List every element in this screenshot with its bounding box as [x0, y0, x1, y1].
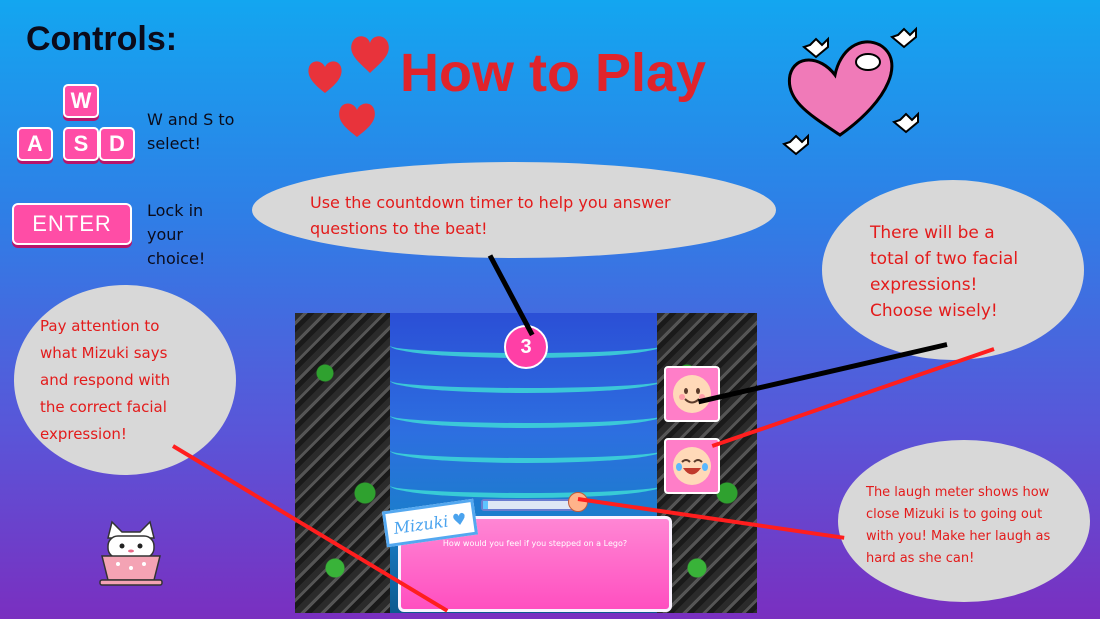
enter-line: choice! [147, 249, 206, 268]
wasd-instructions: W and S to select! [147, 108, 234, 156]
tip-line: hard as she can! [866, 551, 975, 566]
meter-tip-text: The laugh meter shows how close Mizuki i… [866, 482, 1050, 570]
tip-line: total of two facial [870, 249, 1019, 269]
tip-line: expression! [40, 425, 127, 443]
wasd-line: select! [147, 134, 201, 153]
wave-stripe [390, 368, 662, 393]
tip-line: The laugh meter shows how [866, 485, 1050, 500]
cat-cup-icon [99, 520, 163, 586]
key-w: W [63, 84, 99, 118]
enter-instructions: Lock in your choice! [147, 199, 205, 271]
expressions-tip-text: There will be a total of two facial expr… [870, 220, 1018, 324]
enter-line: your [147, 225, 183, 244]
key-d: D [99, 127, 135, 161]
tip-line: Choose wisely! [870, 301, 998, 321]
enter-line: Lock in [147, 201, 204, 220]
heart-icon: ♥ [450, 508, 468, 530]
hearts-cluster-icon [308, 36, 389, 137]
tip-line: expressions! [870, 275, 978, 295]
key-s: S [63, 127, 99, 161]
wave-stripe [390, 473, 662, 498]
heart-icon [351, 36, 389, 73]
game-preview: 3 How would you feel if you stepped on a… [295, 313, 757, 613]
countdown-timer: 3 [504, 325, 548, 369]
character-name: Mizuki [392, 511, 450, 538]
wave-stripe [390, 438, 662, 463]
timer-tip-text: Use the countdown timer to help you answ… [310, 190, 671, 242]
smile-face-button[interactable] [664, 366, 720, 422]
controls-title: Controls: [26, 20, 178, 58]
key-enter: ENTER [12, 203, 132, 245]
laughing-face-icon [673, 447, 711, 485]
tip-line: Use the countdown timer to help you answ… [310, 193, 671, 212]
heart-icon [308, 61, 342, 93]
page-title: How to Play [400, 43, 707, 103]
tip-line: There will be a [870, 223, 995, 243]
laugh-meter-fill [483, 501, 488, 509]
tip-line: with you! Make her laugh as [866, 529, 1051, 544]
smile-face-icon [673, 375, 711, 413]
tip-line: what Mizuki says [40, 344, 168, 362]
attention-tip-text: Pay attention to what Mizuki says and re… [40, 313, 170, 448]
pink-heart-icon [781, 26, 919, 156]
laugh-meter [481, 499, 580, 511]
key-a: A [17, 127, 53, 161]
wave-stripe [390, 403, 662, 428]
wasd-line: W and S to [147, 110, 235, 129]
tip-line: Pay attention to [40, 317, 160, 335]
tip-line: and respond with [40, 371, 171, 389]
heart-icon [339, 103, 375, 137]
tip-line: questions to the beat! [310, 219, 488, 238]
tip-line: the correct facial [40, 398, 167, 416]
dialog-text: How would you feel if you stepped on a L… [442, 539, 628, 548]
tip-line: close Mizuki is to going out [866, 507, 1043, 522]
